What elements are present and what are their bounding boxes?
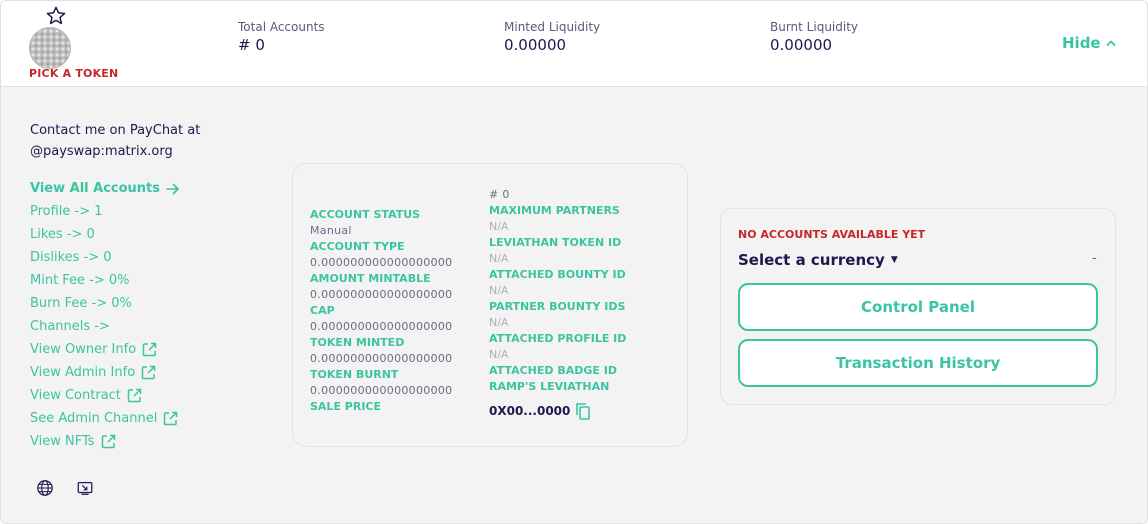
field-value: # 0 (489, 188, 510, 201)
field-value: N/A (489, 284, 509, 297)
field-value: Manual (310, 224, 352, 237)
field-value: 0.000000000000000000 (310, 320, 453, 333)
stat-label: Total Accounts (238, 20, 325, 34)
field-label: ATTACHED PROFILE ID (489, 332, 627, 345)
sidebar-item-mint-fee-0[interactable]: Mint Fee -> 0% (30, 269, 180, 292)
sidebar-item-view-nfts[interactable]: View NFTs (30, 430, 180, 453)
sidebar-item-label: Burn Fee -> 0% (30, 296, 132, 311)
chevron-up-icon (1106, 40, 1116, 46)
account-details-card: ACCOUNT STATUS Manual ACCOUNT TYPE 0.000000… (292, 163, 688, 447)
sidebar-item-label: View Owner Info (30, 342, 137, 357)
contact-line: Contact me on PayChat at (30, 123, 201, 138)
star-icon[interactable] (45, 5, 67, 27)
sidebar-item-view-all-accounts[interactable]: View All Accounts (30, 177, 180, 200)
leviathan-address: 0X00...0000 (489, 400, 592, 422)
token-picker[interactable]: PICK A TOKEN (23, 5, 118, 81)
sidebar-item-label: Profile -> 1 (30, 204, 103, 219)
sidebar-item-label: Dislikes -> 0 (30, 250, 112, 265)
field-label: ACCOUNT TYPE (310, 240, 405, 253)
minted-liquidity-stat: Minted Liquidity 0.00000 (504, 20, 600, 54)
field-label: TOKEN BURNT (310, 368, 399, 381)
sidebar-item-label: View NFTs (30, 434, 95, 449)
page: PICK A TOKEN Total Accounts # 0 Minted L… (0, 0, 1148, 524)
field-label: LEVIATHAN TOKEN ID (489, 236, 622, 249)
sidebar-item-label: See Admin Channel (30, 411, 158, 426)
details-left-column: ACCOUNT STATUS Manual ACCOUNT TYPE 0.000000… (310, 207, 452, 415)
sidebar-item-label: Channels -> (30, 319, 110, 334)
currency-select[interactable]: Select a currency ▼ (738, 251, 898, 269)
field-value: N/A (489, 220, 509, 233)
sidebar-item-view-admin-info[interactable]: View Admin Info (30, 361, 180, 384)
bottom-icons (36, 479, 94, 497)
transaction-history-button[interactable]: Transaction History (738, 339, 1098, 387)
caret-down-icon: ▼ (890, 255, 898, 265)
sidebar-item-likes-0[interactable]: Likes -> 0 (30, 223, 180, 246)
field-label: ATTACHED BADGE ID (489, 364, 617, 377)
hide-button[interactable]: Hide (1062, 34, 1117, 52)
external-link-icon (142, 342, 157, 357)
field-label: PARTNER BOUNTY IDS (489, 300, 626, 313)
screen-share-icon[interactable] (76, 479, 94, 497)
currency-panel: NO ACCOUNTS AVAILABLE YET Select a curre… (720, 208, 1116, 405)
sidebar-item-profile-1[interactable]: Profile -> 1 (30, 200, 180, 223)
currency-balance: - (1092, 251, 1097, 266)
field-value: 0.000000000000000000 (310, 352, 453, 365)
field-label: SALE PRICE (310, 400, 382, 413)
field-label: RAMP'S LEVIATHAN (489, 380, 610, 393)
stat-value: 0.00000 (770, 36, 833, 54)
contact-handle: @payswap:matrix.org (30, 144, 173, 159)
copy-icon[interactable] (574, 401, 592, 421)
sidebar-menu: View All Accounts Profile -> 1 Likes -> 0 D… (30, 177, 180, 453)
field-label: ATTACHED BOUNTY ID (489, 268, 626, 281)
field-value: 0.000000000000000000 (310, 288, 453, 301)
sidebar-item-label: Likes -> 0 (30, 227, 95, 242)
currency-label: Select a currency (738, 251, 885, 269)
sidebar-item-view-contract[interactable]: View Contract (30, 384, 180, 407)
field-label: TOKEN MINTED (310, 336, 405, 349)
token-avatar[interactable] (29, 27, 71, 69)
stat-value: 0.00000 (504, 36, 567, 54)
field-label: CAP (310, 304, 335, 317)
field-label: AMOUNT MINTABLE (310, 272, 431, 285)
stat-value: # 0 (238, 36, 265, 54)
address-value: 0X00...0000 (489, 404, 571, 418)
external-link-icon (101, 434, 115, 449)
hide-label: Hide (1062, 34, 1101, 52)
contact-text: Contact me on PayChat at @payswap:matrix… (30, 120, 200, 162)
external-link-icon (164, 411, 178, 426)
field-value: 0.000000000000000000 (310, 256, 453, 269)
sidebar-item-label: Mint Fee -> 0% (30, 273, 130, 288)
pick-token-label[interactable]: PICK A TOKEN (29, 67, 118, 80)
external-link-icon (127, 388, 142, 403)
sidebar-item-label: View All Accounts (30, 181, 161, 196)
field-label: ACCOUNT STATUS (310, 208, 421, 221)
control-panel-button[interactable]: Control Panel (738, 283, 1098, 331)
stat-label: Minted Liquidity (504, 20, 601, 34)
external-link-icon (141, 365, 156, 380)
sidebar-item-see-admin-channel[interactable]: See Admin Channel (30, 407, 180, 430)
field-value: N/A (489, 252, 509, 265)
sidebar-item-channels[interactable]: Channels -> (30, 315, 180, 338)
globe-icon[interactable] (36, 479, 54, 497)
burnt-liquidity-stat: Burnt Liquidity 0.00000 (770, 20, 858, 54)
field-value: 0.000000000000000000 (310, 384, 453, 397)
details-right-column: # 0 MAXIMUM PARTNERS N/A LEVIATHAN TOKEN ID… (489, 187, 626, 395)
sidebar-item-dislikes-0[interactable]: Dislikes -> 0 (30, 246, 180, 269)
header-bar: PICK A TOKEN Total Accounts # 0 Minted L… (1, 1, 1147, 87)
field-label: MAXIMUM PARTNERS (489, 204, 620, 217)
sidebar-item-label: View Contract (30, 388, 121, 403)
total-accounts-stat: Total Accounts # 0 (238, 20, 325, 54)
sidebar-item-view-owner-info[interactable]: View Owner Info (30, 338, 180, 361)
stat-label: Burnt Liquidity (770, 20, 859, 34)
field-value: N/A (489, 316, 509, 329)
arrow-right-icon (166, 183, 179, 194)
field-value: N/A (489, 348, 509, 361)
no-accounts-warning: NO ACCOUNTS AVAILABLE YET (738, 228, 926, 241)
sidebar-item-label: View Admin Info (30, 365, 136, 380)
sidebar-item-burn-fee-0[interactable]: Burn Fee -> 0% (30, 292, 180, 315)
